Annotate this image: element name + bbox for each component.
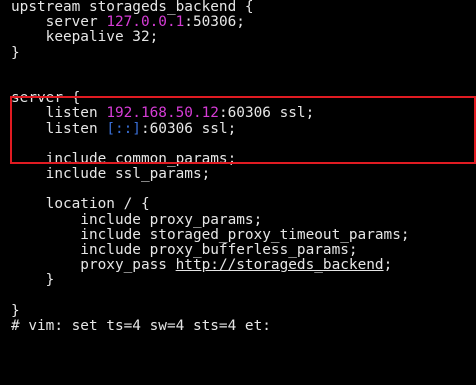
code-line: keepalive 32; bbox=[11, 30, 410, 45]
proxy-url: http://storageds_backend bbox=[175, 257, 384, 274]
code-line: listen 192.168.50.12:60306 ssl; bbox=[11, 106, 410, 121]
code-line: include proxy_params; bbox=[11, 211, 410, 228]
code-line: include ssl_params; bbox=[11, 166, 410, 183]
ip-address: 192.168.50.12 bbox=[106, 105, 219, 122]
code-text: # vim: set ts=4 sw=4 sts=4 et: bbox=[11, 317, 271, 334]
code-line: include storaged_proxy_timeout_params; bbox=[11, 226, 410, 243]
nginx-config-text[interactable]: upstream storageds_backend { server 127.… bbox=[11, 0, 410, 334]
code-text: listen bbox=[11, 120, 107, 137]
code-text: proxy_pass bbox=[11, 257, 176, 274]
code-line: } bbox=[11, 44, 410, 61]
code-text: upstream storageds_backend { bbox=[11, 0, 254, 15]
code-line: # vim: set ts=4 sw=4 sts=4 et: bbox=[11, 317, 410, 334]
code-text: } bbox=[11, 302, 20, 319]
code-text: server bbox=[11, 14, 107, 31]
code-text: include ssl_params; bbox=[11, 166, 211, 183]
code-text: include proxy_bufferless_params; bbox=[11, 242, 358, 258]
ipv6-address: [::] bbox=[106, 120, 141, 137]
code-text: listen bbox=[11, 105, 107, 122]
code-text: keepalive 32; bbox=[11, 29, 159, 46]
code-line: listen [::]:60306 ssl; bbox=[11, 120, 410, 137]
code-line: } bbox=[11, 273, 410, 288]
code-line: upstream storageds_backend { bbox=[11, 0, 410, 15]
code-text: include proxy_params; bbox=[11, 211, 263, 228]
code-text: ; bbox=[383, 257, 393, 274]
code-line: server { bbox=[11, 91, 410, 106]
code-text: include common_params; bbox=[11, 150, 237, 167]
code-text: location / { bbox=[11, 196, 150, 213]
code-text: } bbox=[11, 272, 55, 289]
code-line: proxy_pass http://storageds_backend; bbox=[11, 258, 410, 273]
code-text: } bbox=[11, 44, 20, 61]
code-line: include proxy_bufferless_params; bbox=[11, 242, 410, 258]
code-line: } bbox=[11, 302, 410, 319]
code-text: :60306 ssl; bbox=[218, 105, 315, 122]
code-text: include storaged_proxy_timeout_params; bbox=[11, 226, 410, 243]
code-line: include common_params; bbox=[11, 150, 410, 167]
code-line: location / { bbox=[11, 197, 410, 212]
code-line: server 127.0.0.1:50306; bbox=[11, 15, 410, 30]
code-text: server { bbox=[11, 90, 81, 107]
code-text: :50306; bbox=[184, 14, 245, 31]
terminal-window[interactable]: upstream storageds_backend { server 127.… bbox=[0, 0, 476, 385]
ip-address: 127.0.0.1 bbox=[106, 14, 185, 31]
code-text: :60306 ssl; bbox=[140, 120, 237, 137]
